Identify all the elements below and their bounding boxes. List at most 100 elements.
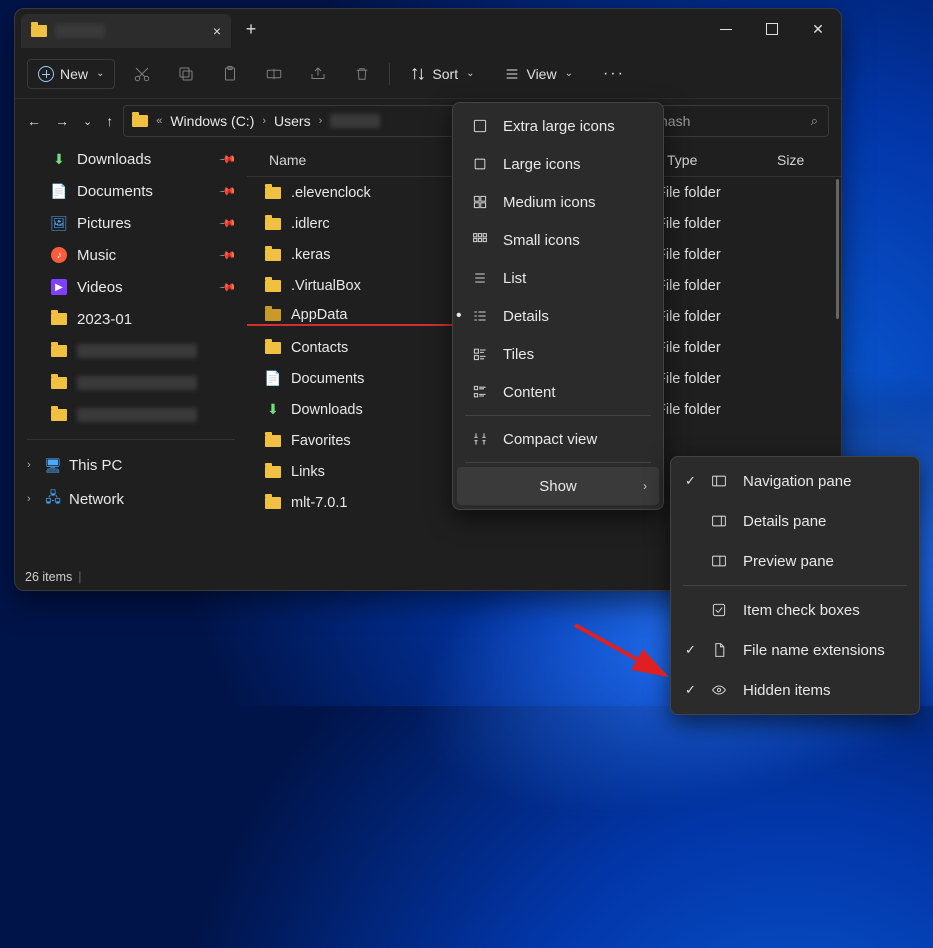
nav-videos[interactable]: ▶Videos📌 [15,271,247,303]
breadcrumb-users[interactable]: Users [274,113,311,129]
more-button[interactable]: ··· [593,59,635,89]
new-label: New [60,66,88,82]
column-type[interactable]: Type [657,152,767,168]
nav-this-pc[interactable]: ›🖥This PC [15,448,247,482]
new-button[interactable]: New ⌄ [27,59,115,89]
close-tab-icon[interactable]: × [213,23,221,39]
paste-button[interactable] [213,57,247,91]
cut-button[interactable] [125,57,159,91]
file-type: File folder [657,185,767,201]
file-name: Contacts [291,340,348,356]
pane-icon [709,513,729,529]
video-icon: ▶ [51,279,67,295]
chevron-down-icon[interactable]: ⌄ [83,113,92,129]
file-name: .idlerc [291,216,330,232]
list-icon [471,270,489,286]
active-tab[interactable]: × [21,14,231,48]
pictures-icon: 🖼 [51,215,67,231]
file-type: File folder [657,278,767,294]
sort-button[interactable]: Sort ⌄ [400,60,484,88]
download-icon: ⬇ [51,151,67,167]
nav-network[interactable]: ›🖧Network [15,482,247,516]
up-button[interactable]: ↑ [106,113,113,129]
folder-icon [265,187,281,199]
file-name: Links [291,464,325,480]
share-button[interactable] [301,57,335,91]
window-controls [703,9,841,49]
forward-button[interactable]: → [55,113,69,129]
view-sm-icons[interactable]: Small icons [457,221,659,259]
show-preview-pane[interactable]: Preview pane [675,541,915,581]
pin-icon: 📌 [219,182,238,201]
show-navigation-pane[interactable]: ✓Navigation pane [675,461,915,501]
details-icon [471,308,489,324]
compact-icon [471,431,489,447]
maximize-button[interactable] [749,9,795,49]
file-name: Favorites [291,433,351,449]
nav-downloads[interactable]: ⬇Downloads📌 [15,143,247,175]
view-lg-icons[interactable]: Large icons [457,145,659,183]
delete-button[interactable] [345,57,379,91]
chevron-right-icon: › [262,115,266,127]
navigation-pane: ⬇Downloads📌 📄Documents📌 🖼Pictures📌 ♪Musi… [15,143,247,564]
show-item-checkboxes[interactable]: Item check boxes [675,590,915,630]
grid-icon [471,232,489,248]
view-tiles[interactable]: Tiles [457,335,659,373]
close-window-button[interactable] [795,9,841,49]
file-type: File folder [657,371,767,387]
view-md-icons[interactable]: Medium icons [457,183,659,221]
view-show[interactable]: Show› [457,467,659,505]
nav-music[interactable]: ♪Music📌 [15,239,247,271]
nav-item-redacted[interactable] [15,367,247,399]
folder-icon [265,309,281,321]
chevron-down-icon: ⌄ [565,68,573,79]
view-xl-icons[interactable]: Extra large icons [457,107,659,145]
file-type: File folder [657,247,767,263]
download-icon: ⬇ [265,402,281,418]
pc-icon: 🖥 [45,457,61,473]
breadcrumb-current[interactable] [330,114,380,128]
view-list[interactable]: List [457,259,659,297]
grid-icon [471,156,489,172]
pane-icon [709,553,729,569]
folder-icon [265,435,281,447]
view-menu: Extra large icons Large icons Medium ico… [452,102,664,510]
show-details-pane[interactable]: Details pane [675,501,915,541]
tiles-icon [471,346,489,362]
item-count: 26 items [25,570,72,584]
view-details[interactable]: •Details [457,297,659,335]
file-type: File folder [657,216,767,232]
nav-item-redacted[interactable] [15,399,247,431]
show-hidden-items[interactable]: ✓Hidden items [675,670,915,710]
view-content[interactable]: Content [457,373,659,411]
file-name: .keras [291,247,331,263]
back-button[interactable]: ← [27,113,41,129]
column-size[interactable]: Size [767,152,841,168]
music-icon: ♪ [51,247,67,263]
chevron-right-icon: › [27,493,37,505]
pin-icon: 📌 [219,150,238,169]
view-compact[interactable]: Compact view [457,420,659,458]
pin-icon: 📌 [219,214,238,233]
folder-icon [265,280,281,292]
breadcrumb-drive[interactable]: Windows (C:) [170,113,254,129]
view-button[interactable]: View ⌄ [494,60,582,88]
file-name: Downloads [291,402,363,418]
pin-icon: 📌 [219,246,238,265]
search-icon: ⌕ [811,113,818,129]
nav-item-redacted[interactable] [15,335,247,367]
scrollbar-thumb[interactable] [836,179,839,319]
show-file-extensions[interactable]: ✓File name extensions [675,630,915,670]
rename-button[interactable] [257,57,291,91]
copy-button[interactable] [169,57,203,91]
nav-2023-01[interactable]: 2023-01 [15,303,247,335]
chevron-right-icon: › [27,459,37,471]
minimize-button[interactable] [703,9,749,49]
nav-pictures[interactable]: 🖼Pictures📌 [15,207,247,239]
search-placeholder: hash [660,113,690,129]
search-input[interactable]: hash ⌕ [649,105,829,137]
folder-icon [265,466,281,478]
folder-icon [265,218,281,230]
nav-documents[interactable]: 📄Documents📌 [15,175,247,207]
add-tab-button[interactable]: + [235,19,267,40]
